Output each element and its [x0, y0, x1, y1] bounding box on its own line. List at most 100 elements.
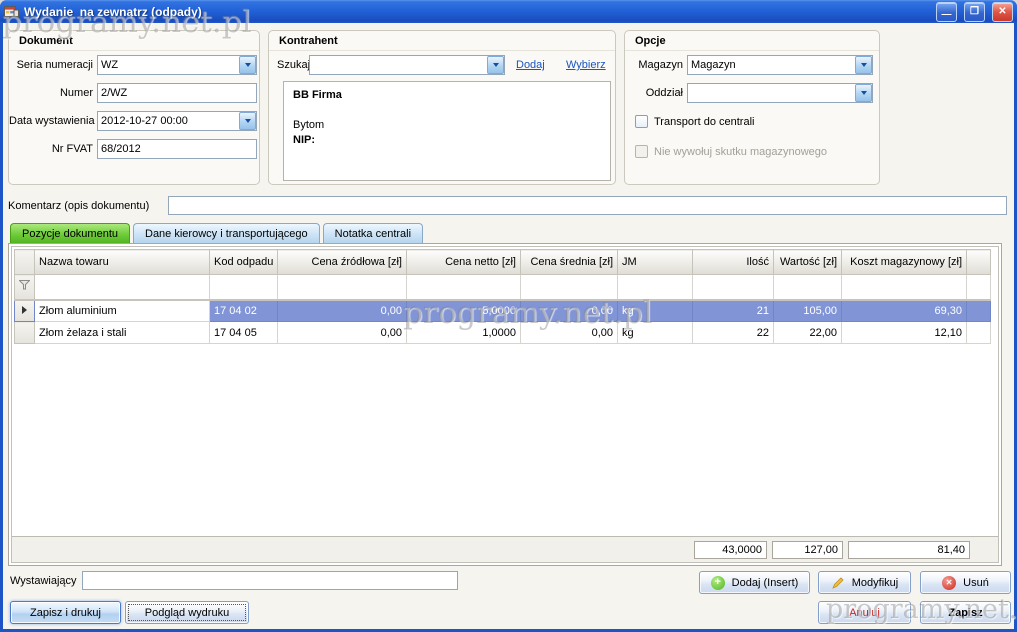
grid-header-trailing — [967, 250, 991, 275]
cell-nazwa[interactable]: Złom aluminium — [35, 300, 210, 322]
kontrahent-city: Bytom — [293, 118, 601, 133]
numer-label: Numer — [9, 83, 93, 103]
chevron-down-icon — [245, 63, 251, 67]
anuluj-button-label: Anuluj — [849, 607, 880, 619]
magazyn-label: Magazyn — [625, 55, 683, 75]
delete-icon: ✕ — [942, 576, 956, 590]
chevron-down-icon — [861, 63, 867, 67]
szukaj-dropdown-button[interactable] — [487, 56, 504, 74]
dodaj-button[interactable]: + Dodaj (Insert) — [699, 571, 810, 594]
grid-summary-bar: 43,0000 127,00 81,40 — [12, 536, 998, 562]
chevron-down-icon — [861, 91, 867, 95]
cell-koszt[interactable]: 69,30 — [842, 300, 967, 322]
oddzial-input[interactable] — [687, 83, 873, 103]
dodaj-kontrahenta-link[interactable]: Dodaj — [516, 55, 545, 75]
cell-jm[interactable]: kg — [618, 300, 693, 322]
usun-button[interactable]: ✕ Usuń — [920, 571, 1011, 594]
plus-icon: + — [711, 576, 725, 590]
col-koszt-magazynowy[interactable]: Koszt magazynowy [zł] — [842, 250, 967, 275]
cell-kod[interactable]: 17 04 02 — [210, 300, 278, 322]
tab-page-pozycje: Nazwa towaru Kod odpadu Cena źródłowa [z… — [8, 243, 1002, 566]
seria-combo[interactable] — [97, 55, 257, 75]
numer-input[interactable] — [97, 83, 257, 103]
wystawiajacy-input[interactable] — [82, 571, 458, 590]
cell-nazwa[interactable]: Złom żelaza i stali — [35, 322, 210, 344]
wybierz-kontrahenta-link[interactable]: Wybierz — [566, 55, 606, 75]
window-icon — [4, 4, 19, 19]
grid-header-row: Nazwa towaru Kod odpadu Cena źródłowa [z… — [15, 250, 991, 275]
col-cena-srednia[interactable]: Cena średnia [zł] — [521, 250, 618, 275]
cell-cena-srednia[interactable]: 0,00 — [521, 300, 618, 322]
cell-cena-zrodlowa[interactable]: 0,00 — [278, 300, 407, 322]
cell-cena-srednia[interactable]: 0,00 — [521, 322, 618, 344]
col-cena-netto[interactable]: Cena netto [zł] — [407, 250, 521, 275]
seria-input[interactable] — [97, 55, 257, 75]
szukaj-input[interactable] — [309, 55, 505, 75]
data-wystawienia-input[interactable] — [97, 111, 257, 131]
oddzial-combo[interactable] — [687, 83, 873, 103]
dialog-window: Wydanie na zewnątrz (odpady) — ❐ ✕ Dokum… — [0, 0, 1017, 632]
magazyn-input[interactable] — [687, 55, 873, 75]
titlebar: Wydanie na zewnątrz (odpady) — ❐ ✕ — [0, 0, 1017, 23]
zapisz-i-drukuj-label: Zapisz i drukuj — [30, 607, 101, 619]
maximize-button[interactable]: ❐ — [964, 2, 985, 22]
kontrahent-nip-label: NIP: — [293, 133, 601, 148]
szukaj-combo[interactable] — [309, 55, 505, 75]
fvat-label: Nr FVAT — [9, 139, 93, 159]
row-indicator-arrow-icon — [15, 300, 35, 322]
zapisz-button[interactable]: Zapisz — [920, 601, 1011, 624]
close-button[interactable]: ✕ — [992, 2, 1013, 22]
cell-koszt[interactable]: 12,10 — [842, 322, 967, 344]
oddzial-dropdown-button[interactable] — [855, 84, 872, 102]
seria-label: Seria numeracji — [9, 55, 93, 75]
transport-checkbox-label: Transport do centrali — [654, 115, 754, 129]
transport-checkbox[interactable] — [635, 115, 648, 128]
col-kod-odpadu[interactable]: Kod odpadu — [210, 250, 278, 275]
group-dokument: Dokument Seria numeracji Numer Data wyst… — [8, 30, 260, 185]
skutek-checkbox — [635, 145, 648, 158]
podglad-wydruku-button[interactable]: Podgląd wydruku — [125, 601, 249, 624]
cell-ilosc[interactable]: 21 — [693, 300, 774, 322]
col-wartosc[interactable]: Wartość [zł] — [774, 250, 842, 275]
anuluj-button[interactable]: Anuluj — [818, 601, 911, 624]
magazyn-dropdown-button[interactable] — [855, 56, 872, 74]
col-ilosc[interactable]: Ilość — [693, 250, 774, 275]
cell-wartosc[interactable]: 105,00 — [774, 300, 842, 322]
col-nazwa-towaru[interactable]: Nazwa towaru — [35, 250, 210, 275]
dodaj-button-label: Dodaj (Insert) — [732, 577, 799, 589]
magazyn-combo[interactable] — [687, 55, 873, 75]
data-wystawienia-combo[interactable] — [97, 111, 257, 131]
data-wystawienia-label: Data wystawienia — [9, 111, 93, 131]
tab-dane-kierowcy[interactable]: Dane kierowcy i transportującego — [133, 223, 320, 243]
seria-dropdown-button[interactable] — [239, 56, 256, 74]
cell-cena-netto[interactable]: 5,0000 — [407, 300, 521, 322]
komentarz-input[interactable] — [168, 196, 1007, 215]
cell-wartosc[interactable]: 22,00 — [774, 322, 842, 344]
cell-ilosc[interactable]: 22 — [693, 322, 774, 344]
tab-notatka-centrali[interactable]: Notatka centrali — [323, 223, 423, 243]
cell-kod[interactable]: 17 04 05 — [210, 322, 278, 344]
modyfikuj-button[interactable]: Modyfikuj — [818, 571, 911, 594]
cell-jm[interactable]: kg — [618, 322, 693, 344]
cell-cena-netto[interactable]: 1,0000 — [407, 322, 521, 344]
tab-pozycje-dokumentu[interactable]: Pozycje dokumentu — [10, 223, 130, 243]
table-row[interactable]: Złom żelaza i stali 17 04 05 0,00 1,0000… — [15, 322, 991, 344]
grid-filter-row[interactable] — [15, 275, 991, 300]
fvat-input[interactable] — [97, 139, 257, 159]
client-area: Dokument Seria numeracji Numer Data wyst… — [3, 23, 1014, 629]
zapisz-i-drukuj-button[interactable]: Zapisz i drukuj — [10, 601, 121, 624]
data-dropdown-button[interactable] — [239, 112, 256, 130]
items-grid: Nazwa towaru Kod odpadu Cena źródłowa [z… — [11, 246, 999, 563]
group-opcje: Opcje Magazyn Oddział Transport do centr… — [624, 30, 880, 185]
summary-koszt: 81,40 — [848, 541, 970, 559]
filter-funnel-icon — [15, 275, 35, 300]
cell-cena-zrodlowa[interactable]: 0,00 — [278, 322, 407, 344]
zapisz-button-label: Zapisz — [948, 607, 982, 619]
col-jm[interactable]: JM — [618, 250, 693, 275]
chevron-down-icon — [245, 119, 251, 123]
table-row-selected[interactable]: Złom aluminium 17 04 02 0,00 5,0000 0,00… — [15, 300, 991, 322]
group-kontrahent-title: Kontrahent — [269, 31, 615, 51]
skutek-checkbox-label: Nie wywołuj skutku magazynowego — [654, 145, 827, 159]
col-cena-zrodlowa[interactable]: Cena źródłowa [zł] — [278, 250, 407, 275]
minimize-button[interactable]: — — [936, 2, 957, 22]
